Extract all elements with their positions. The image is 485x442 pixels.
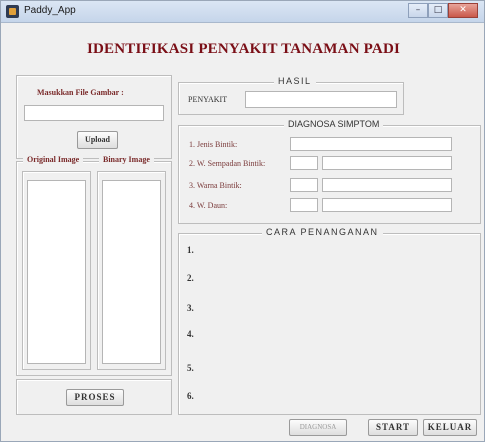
app-window: Paddy_App – □ ✕ IDENTIFIKASI PENYAKIT TA…: [0, 0, 485, 442]
cara-penanganan-panel: CARA PENANGANAN 1. 2. 3. 4. 5. 6.: [178, 227, 481, 415]
start-button[interactable]: START: [368, 419, 418, 436]
w-daun-value-b: [322, 198, 452, 212]
w-daun-label: 4. W. Daun:: [189, 201, 228, 210]
title-bar: Paddy_App – □ ✕: [1, 1, 484, 23]
cara-item-6: 6.: [187, 391, 194, 401]
cara-penanganan-legend: CARA PENANGANAN: [262, 227, 383, 237]
binary-image-display: [102, 180, 161, 364]
maximize-icon[interactable]: □: [428, 3, 448, 18]
window-controls: – □ ✕: [408, 3, 478, 19]
warna-bintik-label: 3. Warna Bintik:: [189, 181, 242, 190]
binary-image-label: Binary Image: [99, 155, 154, 164]
diagnosa-button[interactable]: DIAGNOSA: [289, 419, 347, 436]
w-daun-value-a: [290, 198, 318, 212]
original-image-frame: [22, 171, 91, 370]
proses-panel: PROSES: [16, 379, 172, 415]
penyakit-label: PENYAKIT: [188, 95, 228, 104]
cara-item-2: 2.: [187, 273, 194, 283]
warna-bintik-value-a: [290, 178, 318, 192]
image-panel: Original Image Binary Image: [16, 155, 172, 376]
warna-bintik-value-b: [322, 178, 452, 192]
window-title: Paddy_App: [24, 5, 76, 16]
diagnosa-panel: DIAGNOSA SIMPTOM 1. Jenis Bintik: 2. W. …: [178, 119, 481, 224]
cara-item-4: 4.: [187, 329, 194, 339]
cara-item-5: 5.: [187, 363, 194, 373]
cara-item-1: 1.: [187, 245, 194, 255]
upload-panel: Masukkan File Gambar : Upload: [16, 75, 172, 159]
original-image-label: Original Image: [23, 155, 84, 164]
page-title: IDENTIFIKASI PENYAKIT TANAMAN PADI: [86, 41, 401, 57]
minimize-icon[interactable]: –: [408, 3, 428, 18]
penyakit-field: [245, 91, 397, 108]
w-sempadan-bintik-value-a: [290, 156, 318, 170]
upload-button[interactable]: Upload: [77, 131, 118, 149]
binary-image-frame: [97, 171, 166, 370]
jenis-bintik-field: [290, 137, 452, 151]
upload-label: Masukkan File Gambar :: [37, 88, 124, 97]
diagnosa-legend: DIAGNOSA SIMPTOM: [284, 119, 384, 129]
keluar-button[interactable]: KELUAR: [423, 419, 477, 436]
w-sempadan-bintik-label: 2. W. Sempadan Bintik:: [189, 159, 266, 168]
close-icon[interactable]: ✕: [448, 3, 478, 18]
cara-item-3: 3.: [187, 303, 194, 313]
w-sempadan-bintik-value-b: [322, 156, 452, 170]
hasil-panel: HASIL PENYAKIT: [178, 76, 404, 115]
hasil-legend: HASIL: [274, 76, 316, 86]
original-image-display: [27, 180, 86, 364]
jenis-bintik-label: 1. Jenis Bintik:: [189, 140, 238, 149]
proses-button[interactable]: PROSES: [66, 389, 124, 406]
file-path-field[interactable]: [24, 105, 164, 121]
app-icon: [6, 5, 19, 18]
